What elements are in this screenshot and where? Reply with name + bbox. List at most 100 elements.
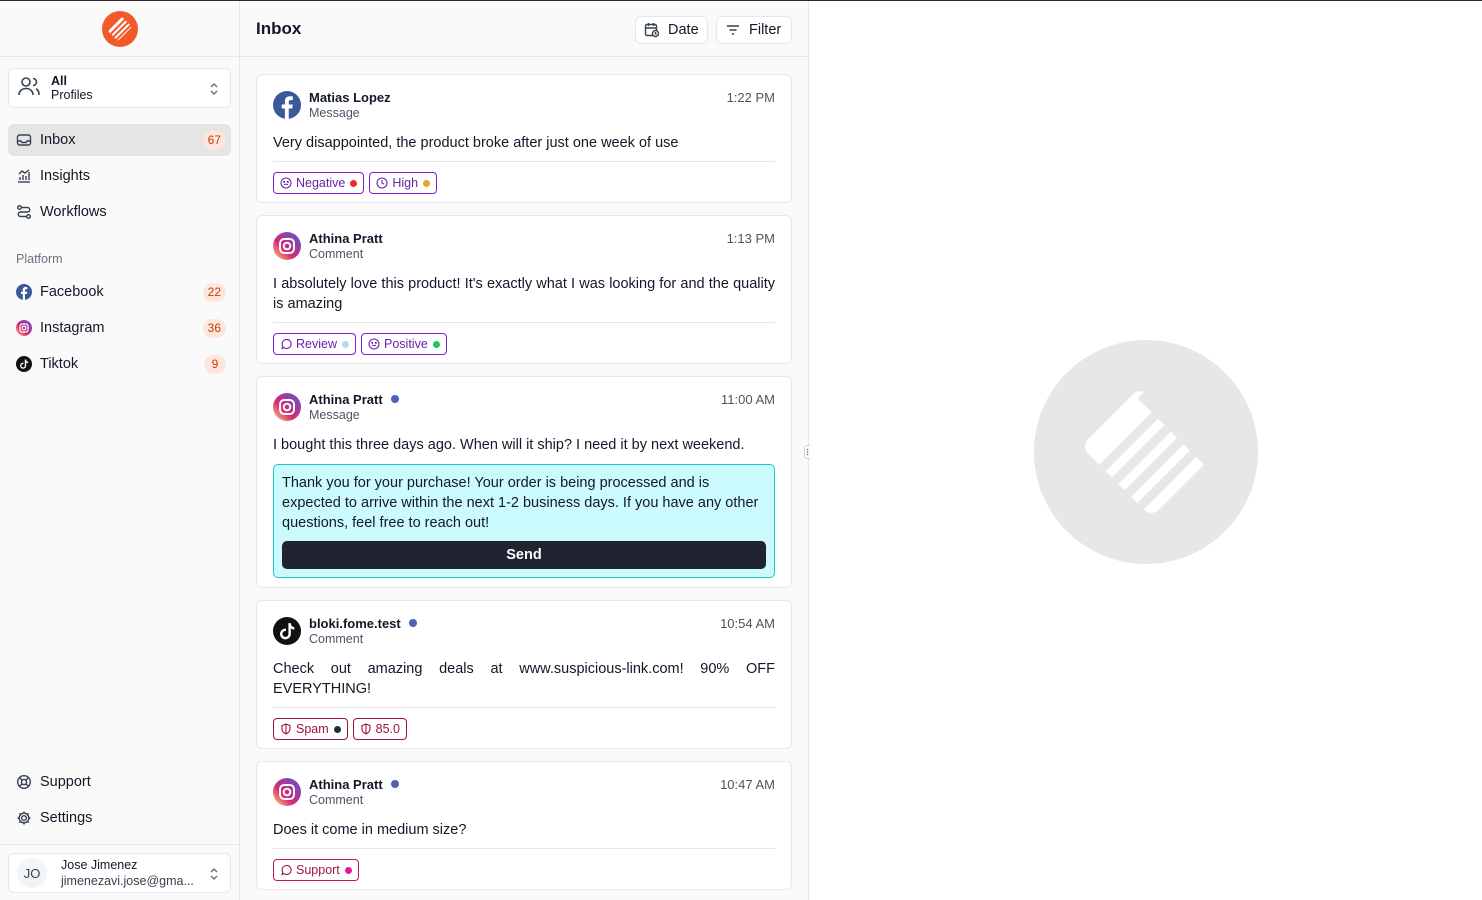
suggested-reply-text[interactable]: Thank you for your purchase! Your order …: [282, 473, 766, 533]
facebook-icon: [16, 284, 32, 300]
nav-item-settings[interactable]: Settings: [8, 802, 231, 834]
workflow-icon: [16, 204, 32, 220]
tag-negative[interactable]: Negative: [273, 172, 365, 194]
brand-logo[interactable]: [101, 10, 138, 47]
message-card[interactable]: Athina Pratt Comment 1:13 PM I absolutel…: [256, 215, 792, 364]
chart-icon: [16, 168, 32, 184]
profile-label-line1: All: [51, 74, 67, 88]
profile-selector[interactable]: All Profiles: [8, 68, 231, 108]
nav-label-facebook: Facebook: [40, 284, 104, 300]
tiktok-icon: [16, 356, 32, 372]
tag-label: 85.0: [375, 722, 400, 736]
nav-item-workflows[interactable]: Workflows: [8, 196, 231, 228]
sentiment-icon: [280, 177, 292, 189]
tag-positive[interactable]: Positive: [361, 333, 447, 355]
sender-name: Matias Lopez: [309, 90, 391, 105]
nav-item-inbox[interactable]: Inbox 67: [8, 124, 231, 156]
tag-status-dot: [342, 340, 349, 348]
instagram-icon: [273, 778, 301, 806]
message-text: I absolutely love this product! It's exa…: [273, 276, 775, 312]
sender-name: Athina Pratt: [309, 777, 399, 792]
tiktok-count-badge: 9: [204, 355, 226, 374]
unread-dot: [390, 395, 399, 403]
tag-list: Negative High: [273, 162, 775, 204]
inbox-icon: [16, 132, 32, 148]
sender-name-text: Athina Pratt: [309, 231, 383, 246]
main-nav: Inbox 67 Insights Workflows: [8, 124, 231, 228]
users-icon: [17, 74, 41, 103]
tag-label: Negative: [296, 176, 346, 190]
message-card[interactable]: bloki.fome.test Comment 10:54 AM Check o…: [256, 600, 792, 749]
sender-name-text: Matias Lopez: [309, 90, 391, 105]
nav-item-insights[interactable]: Insights: [8, 160, 231, 192]
message-text: Very disappointed, the product broke aft…: [273, 135, 679, 151]
message-text: Does it come in medium size?: [273, 822, 467, 838]
message-card[interactable]: Athina Pratt Message 11:00 AM I bought t…: [256, 376, 792, 588]
filter-button[interactable]: Filter: [716, 16, 792, 44]
tag-spam[interactable]: Spam: [273, 718, 348, 740]
tag-label: Spam: [296, 722, 329, 736]
page-title: Inbox: [256, 18, 302, 38]
message-type: Comment: [309, 632, 364, 646]
tag-label: High: [392, 176, 419, 190]
nav-item-support[interactable]: Support: [8, 766, 231, 798]
message-time: 11:00 AM: [721, 392, 775, 407]
facebook-icon: [273, 91, 301, 119]
instagram-icon: [16, 320, 32, 336]
sender-name-text: Athina Pratt: [309, 777, 383, 792]
tag-label: Positive: [384, 337, 428, 351]
chevron-up-down-icon: [208, 866, 220, 887]
inbox-count-badge: 67: [202, 131, 226, 150]
message-time: 1:22 PM: [726, 90, 775, 105]
tag-status-dot: [350, 179, 358, 187]
message-card[interactable]: Matias Lopez Message 1:22 PM Very disapp…: [256, 74, 792, 203]
shield-icon: [280, 723, 292, 735]
nav-label-insights: Insights: [40, 168, 90, 184]
user-menu[interactable]: JO Jose Jimenez jimenezavi.jose@gma...: [8, 853, 231, 893]
sentiment-icon: [368, 338, 380, 350]
date-button[interactable]: Date: [635, 16, 708, 44]
shield-icon: [360, 723, 372, 735]
lifebuoy-icon: [16, 774, 32, 790]
sidebar: All Profiles Inbox 67 Insights Workflows…: [0, 1, 240, 900]
tag-review[interactable]: Review: [273, 333, 356, 355]
platform-nav: Facebook 22 Instagram 36 Tiktok 9: [8, 276, 231, 380]
message-time: 10:54 AM: [720, 616, 775, 631]
filter-button-label: Filter: [749, 22, 782, 38]
tag-status-dot: [344, 866, 352, 874]
send-button[interactable]: Send: [282, 541, 766, 569]
detail-panel: [810, 1, 1482, 900]
nav-label-settings: Settings: [40, 810, 93, 826]
message-text: I bought this three days ago. When will …: [273, 437, 745, 453]
filter-icon: [725, 22, 741, 38]
message-type: Message: [309, 106, 360, 120]
user-email: jimenezavi.jose@gma...: [61, 874, 194, 888]
nav-label-tiktok: Tiktok: [40, 356, 79, 372]
nav-label-support: Support: [40, 774, 91, 790]
tag-spam-score[interactable]: 85.0: [352, 718, 407, 740]
message-time: 1:13 PM: [726, 231, 775, 246]
nav-item-instagram[interactable]: Instagram 36: [8, 312, 231, 344]
tag-support[interactable]: Support: [273, 859, 359, 881]
message-card[interactable]: Athina Pratt Comment 10:47 AM Does it co…: [256, 761, 792, 890]
instagram-count-badge: 36: [202, 319, 226, 338]
sender-name: Athina Pratt: [309, 392, 399, 407]
date-button-label: Date: [668, 22, 699, 38]
nav-item-tiktok[interactable]: Tiktok 9: [8, 348, 231, 380]
profile-label-line2: Profiles: [51, 88, 93, 102]
tag-list: Spam 85.0: [273, 708, 775, 750]
platform-section-label: Platform: [16, 252, 63, 266]
tag-list: Review Positive: [273, 323, 775, 365]
chevron-up-down-icon: [208, 81, 220, 102]
profile-label: All Profiles: [51, 74, 93, 102]
chat-bubble-icon: [280, 864, 292, 876]
empty-state-logo-icon: [1034, 340, 1258, 564]
tag-high[interactable]: High: [369, 172, 438, 194]
calendar-icon: [644, 22, 660, 38]
logo-row: [0, 1, 239, 57]
tag-label: Review: [296, 337, 337, 351]
instagram-icon: [273, 393, 301, 421]
nav-item-facebook[interactable]: Facebook 22: [8, 276, 231, 308]
facebook-count-badge: 22: [202, 283, 226, 302]
chat-bubble-icon: [280, 338, 292, 350]
